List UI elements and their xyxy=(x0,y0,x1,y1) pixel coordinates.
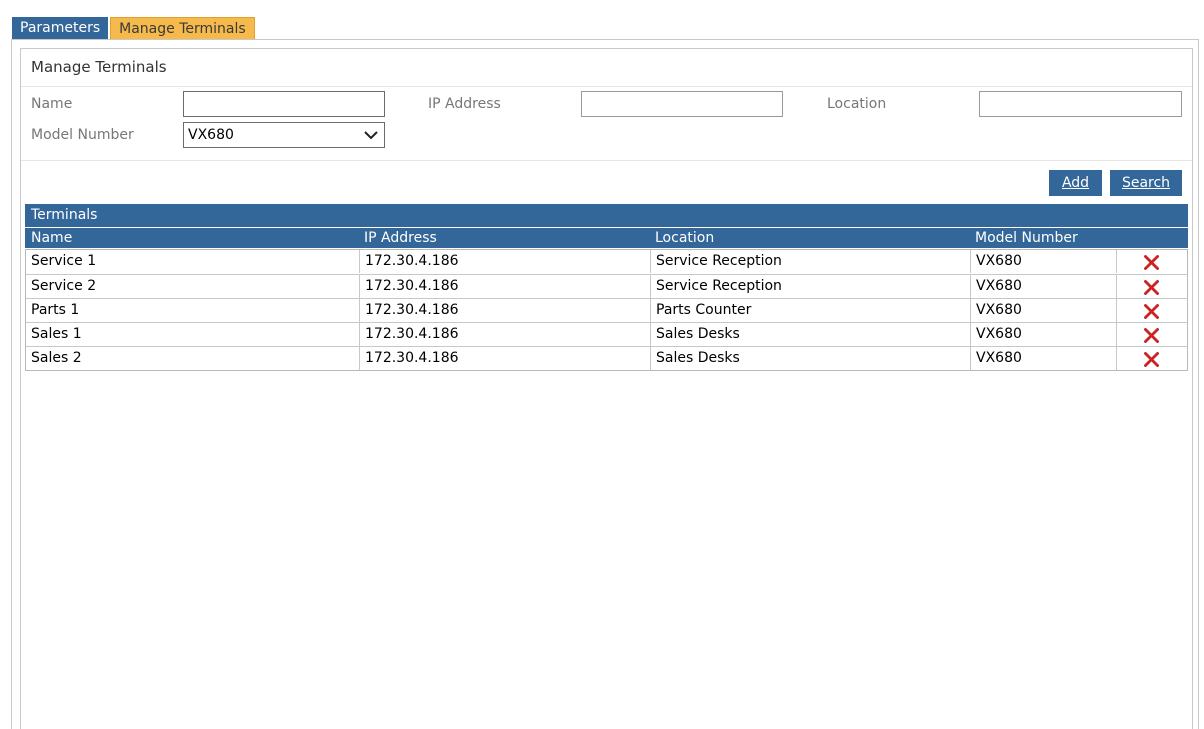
delete-icon[interactable] xyxy=(1144,255,1159,270)
table-row[interactable]: Parts 1 172.30.4.186 Parts Counter VX680 xyxy=(26,298,1187,322)
cell-location: Service Reception xyxy=(650,250,970,273)
cell-ip-address: 172.30.4.186 xyxy=(359,323,650,346)
column-header-location[interactable]: Location xyxy=(655,228,714,248)
cell-ip-address: 172.30.4.186 xyxy=(359,347,650,370)
cell-delete xyxy=(1116,347,1187,370)
terminals-grid-header: Name IP Address Location Model Number xyxy=(25,228,1188,248)
cell-location: Sales Desks xyxy=(650,323,970,346)
model-number-selected-value: VX680 xyxy=(188,127,234,143)
delete-icon[interactable] xyxy=(1144,328,1159,343)
column-header-name[interactable]: Name xyxy=(31,228,72,248)
cell-delete xyxy=(1116,250,1187,273)
ip-address-input[interactable] xyxy=(581,91,783,117)
cell-name: Service 1 xyxy=(31,253,97,269)
ip-address-label: IP Address xyxy=(428,96,501,112)
delete-icon[interactable] xyxy=(1144,304,1159,319)
tab-manage-terminals[interactable]: Manage Terminals xyxy=(110,17,255,39)
delete-icon[interactable] xyxy=(1144,352,1159,367)
cell-model-number: VX680 xyxy=(970,347,1116,370)
cell-ip-address: 172.30.4.186 xyxy=(359,299,650,322)
cell-location: Service Reception xyxy=(650,275,970,298)
cell-location: Parts Counter xyxy=(650,299,970,322)
cell-name: Sales 2 xyxy=(31,350,82,366)
terminals-grid-title: Terminals xyxy=(25,204,1188,227)
model-number-label: Model Number xyxy=(31,127,134,143)
add-button[interactable]: Add xyxy=(1049,170,1102,196)
cell-model-number: VX680 xyxy=(970,299,1116,322)
filter-divider xyxy=(21,160,1192,161)
cell-name: Sales 1 xyxy=(31,326,82,342)
location-input[interactable] xyxy=(979,91,1182,117)
cell-delete xyxy=(1116,323,1187,346)
panel-title: Manage Terminals xyxy=(31,58,167,76)
cell-delete xyxy=(1116,299,1187,322)
cell-model-number: VX680 xyxy=(970,250,1116,273)
name-label: Name xyxy=(31,96,73,112)
cell-model-number: VX680 xyxy=(970,323,1116,346)
model-number-select[interactable]: VX680 xyxy=(183,122,385,148)
column-header-ip-address[interactable]: IP Address xyxy=(364,228,437,248)
table-row[interactable]: Sales 2 172.30.4.186 Sales Desks VX680 xyxy=(26,346,1187,370)
tab-parameters[interactable]: Parameters xyxy=(12,17,109,39)
cell-name: Parts 1 xyxy=(31,302,80,318)
terminals-grid-body: Service 1 172.30.4.186 Service Reception VX… xyxy=(25,249,1188,371)
name-input[interactable] xyxy=(183,91,385,117)
cell-location: Sales Desks xyxy=(650,347,970,370)
tab-strip: Parameters Manage Terminals xyxy=(12,17,255,39)
cell-delete xyxy=(1116,275,1187,298)
location-label: Location xyxy=(827,96,887,112)
delete-icon[interactable] xyxy=(1144,280,1159,295)
table-row[interactable]: Service 1 172.30.4.186 Service Reception VX… xyxy=(26,250,1187,274)
cell-ip-address: 172.30.4.186 xyxy=(359,250,650,273)
table-row[interactable]: Service 2 172.30.4.186 Service Reception VX… xyxy=(26,274,1187,298)
table-row[interactable]: Sales 1 172.30.4.186 Sales Desks VX680 xyxy=(26,322,1187,346)
chevron-down-icon xyxy=(364,131,378,140)
title-divider xyxy=(21,86,1192,87)
cell-name: Service 2 xyxy=(31,278,97,294)
cell-model-number: VX680 xyxy=(970,275,1116,298)
manage-terminals-panel xyxy=(20,48,1193,729)
cell-ip-address: 172.30.4.186 xyxy=(359,275,650,298)
column-header-model-number[interactable]: Model Number xyxy=(975,228,1078,248)
search-button[interactable]: Search xyxy=(1110,170,1182,196)
